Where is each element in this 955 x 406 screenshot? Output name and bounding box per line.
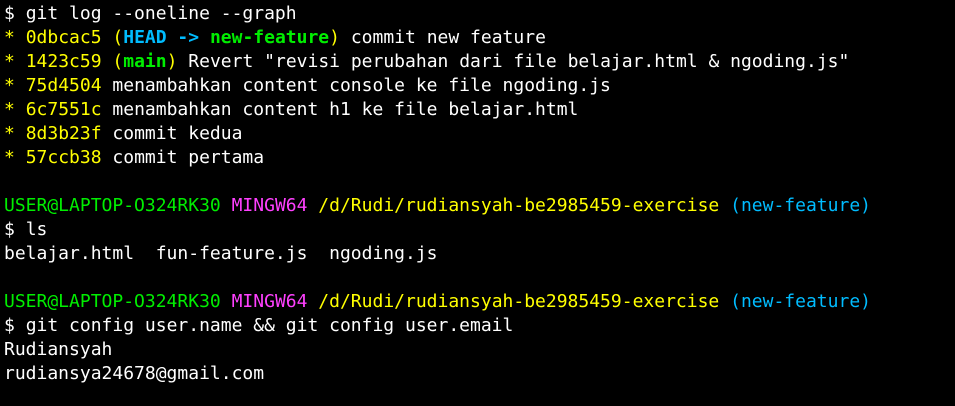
commit-hash: 1423c59 — [25, 51, 102, 72]
graph-marker: * — [4, 75, 15, 96]
head-ref: HEAD -> — [123, 27, 210, 48]
commit-hash: 0dbcac5 — [25, 27, 102, 48]
commit-message: menambahkan content console ke file ngod… — [112, 75, 611, 96]
command-line: $ ls — [4, 218, 955, 242]
log-line: * 57ccb38 commit pertama — [4, 146, 955, 170]
terminal-window[interactable]: $ git log --oneline --graph * 0dbcac5 (H… — [0, 0, 955, 406]
prompt-symbol: $ — [4, 3, 15, 24]
commit-message: menambahkan content h1 ke file belajar.h… — [112, 99, 579, 120]
commit-message: commit kedua — [112, 123, 243, 144]
config-email-output: rudiansya24678@gmail.com — [4, 363, 265, 384]
command-text: git config user.name && git config user.… — [25, 315, 514, 336]
ref-paren-open: ( — [112, 27, 124, 48]
log-line: * 1423c59 (main) Revert "revisi perubaha… — [4, 50, 955, 74]
commit-hash: 57ccb38 — [25, 147, 102, 168]
graph-marker: * — [4, 123, 15, 144]
ls-output: belajar.html fun-feature.js ngoding.js — [4, 243, 438, 264]
command-line: $ git log --oneline --graph — [4, 2, 955, 26]
user-host: USER@LAPTOP-O324RK30 — [4, 291, 221, 312]
commit-message: Revert "revisi perubahan dari file belaj… — [188, 51, 850, 72]
commit-message: commit pertama — [112, 147, 265, 168]
commit-message: commit new feature — [350, 27, 546, 48]
ref-paren-close: ) — [166, 51, 178, 72]
command-text: git log --oneline --graph — [25, 3, 297, 24]
prompt-branch: (new-feature) — [730, 195, 871, 216]
branch-ref: main — [123, 51, 167, 72]
ref-paren-open: ( — [112, 51, 124, 72]
prompt-branch: (new-feature) — [730, 291, 871, 312]
shell-prompt: USER@LAPTOP-O324RK30 MINGW64 /d/Rudi/rud… — [4, 290, 955, 314]
current-path: /d/Rudi/rudiansyah-be2985459-exercise — [318, 291, 720, 312]
graph-marker: * — [4, 99, 15, 120]
shell-prompt: USER@LAPTOP-O324RK30 MINGW64 /d/Rudi/rud… — [4, 194, 955, 218]
env-name: MINGW64 — [231, 291, 308, 312]
log-line: * 6c7551c menambahkan content h1 ke file… — [4, 98, 955, 122]
log-line: * 8d3b23f commit kedua — [4, 122, 955, 146]
log-line: * 75d4504 menambahkan content console ke… — [4, 74, 955, 98]
env-name: MINGW64 — [231, 195, 308, 216]
graph-marker: * — [4, 51, 15, 72]
ref-paren-close: ) — [329, 27, 340, 48]
log-line: * 0dbcac5 (HEAD -> new-feature) commit n… — [4, 26, 955, 50]
graph-marker: * — [4, 27, 15, 48]
user-host: USER@LAPTOP-O324RK30 — [4, 195, 221, 216]
config-name-output: Rudiansyah — [4, 339, 113, 360]
commit-hash: 75d4504 — [25, 75, 102, 96]
branch-ref: new-feature — [209, 27, 330, 48]
commit-hash: 6c7551c — [25, 99, 102, 120]
command-line: $ git config user.name && git config use… — [4, 314, 955, 338]
current-path: /d/Rudi/rudiansyah-be2985459-exercise — [318, 195, 720, 216]
commit-hash: 8d3b23f — [25, 123, 102, 144]
graph-marker: * — [4, 147, 15, 168]
prompt-symbol: $ — [4, 219, 15, 240]
command-text: ls — [25, 219, 48, 240]
prompt-symbol: $ — [4, 315, 15, 336]
